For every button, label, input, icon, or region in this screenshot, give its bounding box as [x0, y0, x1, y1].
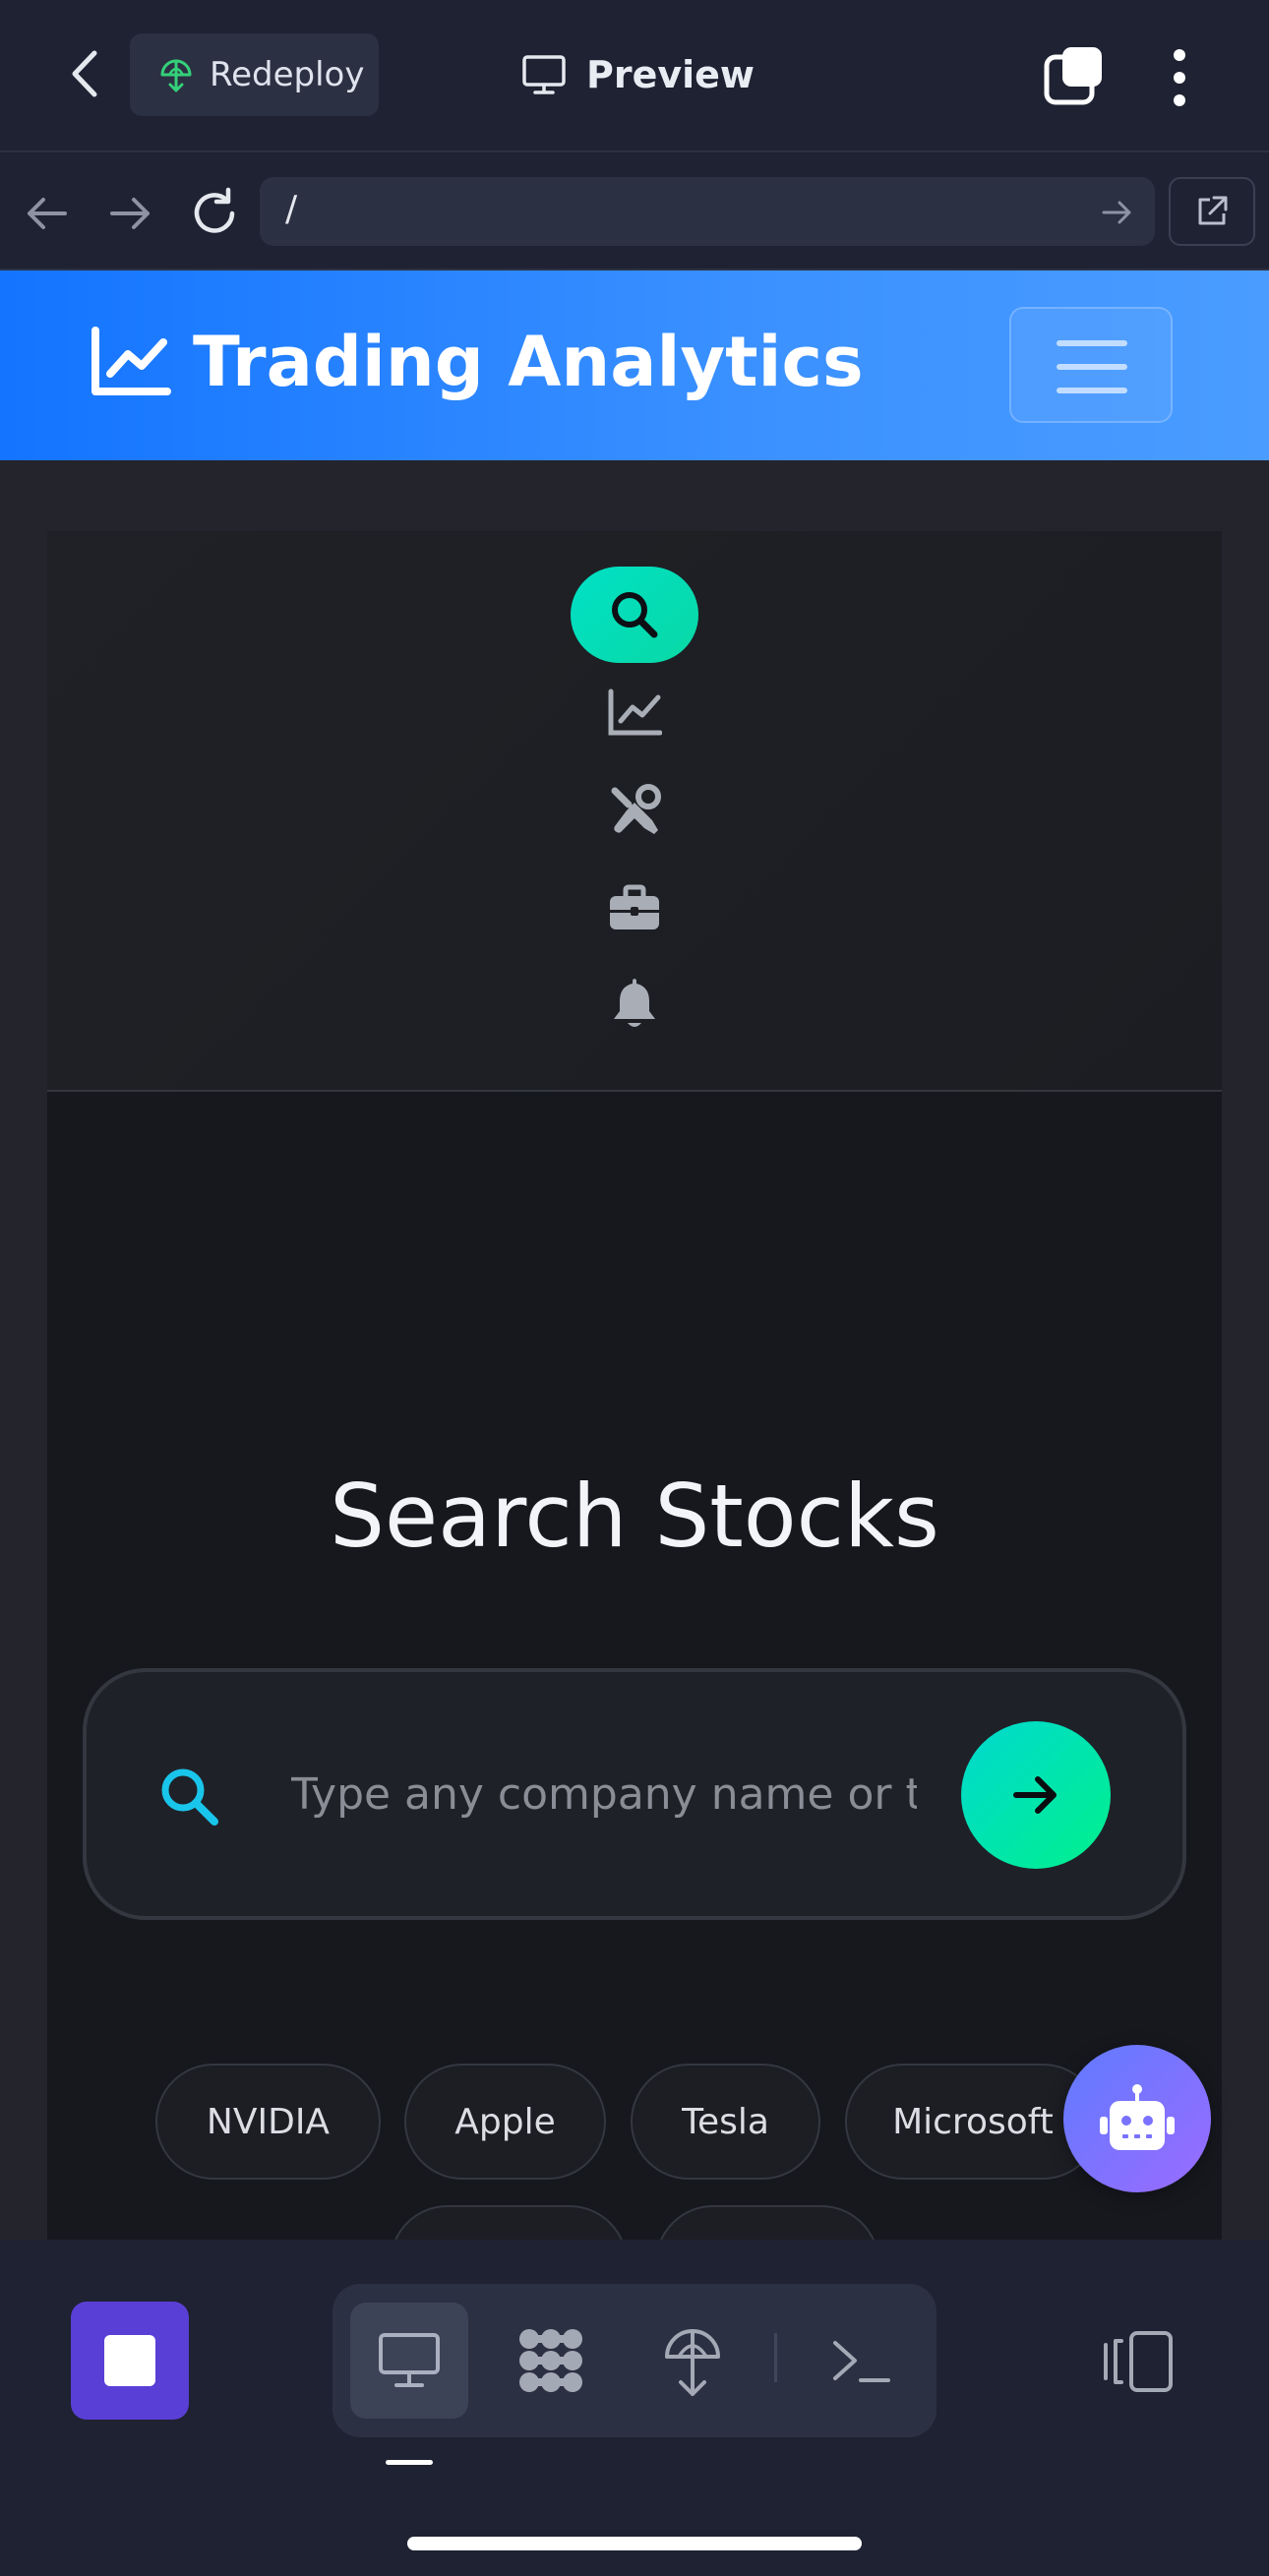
- tools-icon: [611, 784, 661, 834]
- site-title: Trading Analytics: [193, 322, 864, 402]
- dock-portfolio-button[interactable]: [571, 862, 698, 956]
- redeploy-label: Redeploy: [210, 55, 365, 94]
- hamburger-line: [1057, 340, 1127, 346]
- chip-apple[interactable]: Apple: [404, 2064, 606, 2180]
- tabs-button[interactable]: [1041, 43, 1110, 112]
- url-text[interactable]: /: [285, 189, 297, 229]
- chart-line-logo-icon: [91, 327, 171, 395]
- open-external-button[interactable]: [1169, 177, 1255, 246]
- arrow-right-icon: [1013, 1776, 1057, 1814]
- terminal-icon: [833, 2341, 890, 2382]
- briefcase-icon: [610, 884, 659, 929]
- tabs-icon: [1044, 47, 1102, 105]
- more-vertical-icon: [1174, 49, 1185, 106]
- hamburger-line: [1057, 364, 1127, 370]
- url-bar[interactable]: [260, 177, 1155, 246]
- stop-button[interactable]: [71, 2302, 189, 2420]
- mode-divider: [774, 2333, 777, 2382]
- preview-title: Preview: [521, 45, 755, 104]
- nav-back-icon[interactable]: [20, 186, 75, 241]
- external-link-icon: [1198, 196, 1228, 225]
- active-mode-indicator: [386, 2460, 433, 2465]
- chip-nvidia[interactable]: NVIDIA: [155, 2064, 381, 2180]
- chart-line-icon: [608, 689, 662, 736]
- go-arrow-icon[interactable]: [1098, 193, 1137, 232]
- back-button[interactable]: [54, 39, 113, 108]
- chip-microsoft[interactable]: Microsoft: [845, 2064, 1101, 2180]
- bell-icon: [614, 979, 655, 1027]
- deploy-icon: [160, 59, 192, 92]
- search-submit-button[interactable]: [961, 1721, 1111, 1869]
- dock-search-button[interactable]: [571, 567, 698, 663]
- mode-integrations-button[interactable]: [497, 2303, 605, 2419]
- redeploy-button[interactable]: Redeploy: [130, 33, 379, 116]
- mode-terminal-button[interactable]: [807, 2303, 915, 2419]
- search-icon: [161, 1768, 218, 1826]
- nav-forward-icon[interactable]: [102, 186, 157, 241]
- dock-alerts-button[interactable]: [571, 956, 698, 1050]
- device-toggle-icon[interactable]: [1100, 2327, 1178, 2396]
- more-options-button[interactable]: [1157, 43, 1202, 112]
- mode-deploy-button[interactable]: [638, 2303, 747, 2419]
- monitor-icon: [522, 55, 566, 94]
- preview-title-label: Preview: [586, 53, 755, 96]
- hamburger-line: [1057, 388, 1127, 393]
- home-indicator: [407, 2537, 862, 2550]
- chevron-left-icon: [72, 50, 97, 97]
- search-input[interactable]: [291, 1757, 917, 1831]
- preview-icon: [379, 2333, 440, 2387]
- stop-icon: [104, 2335, 155, 2386]
- reload-icon[interactable]: [185, 184, 244, 243]
- assistant-bot-button[interactable]: [1063, 2045, 1211, 2192]
- deploy-icon: [665, 2329, 720, 2396]
- search-heading: Search Stocks: [330, 1466, 939, 1567]
- dock-tools-button[interactable]: [571, 763, 698, 858]
- robot-icon: [1100, 2084, 1175, 2150]
- integrations-icon: [519, 2329, 582, 2392]
- chip-tesla[interactable]: Tesla: [631, 2064, 820, 2180]
- menu-toggle-button[interactable]: [1009, 307, 1173, 423]
- search-icon: [612, 592, 658, 638]
- dock-charts-button[interactable]: [571, 665, 698, 759]
- mode-preview-button[interactable]: [350, 2303, 468, 2419]
